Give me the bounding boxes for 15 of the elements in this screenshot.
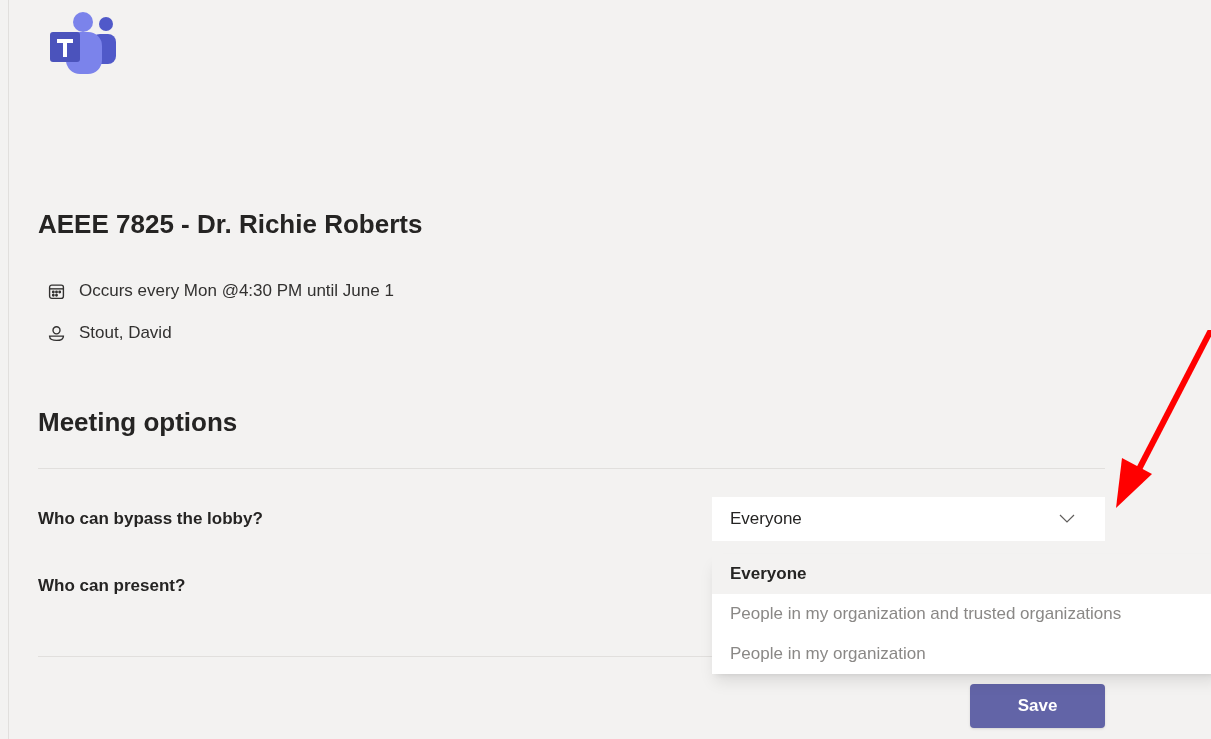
chevron-down-icon xyxy=(1059,514,1075,524)
dropdown-option[interactable]: People in my organization xyxy=(712,634,1211,674)
calendar-icon xyxy=(48,282,65,300)
person-icon xyxy=(48,324,65,342)
detail-text: Stout, David xyxy=(79,322,172,344)
dropdown-option[interactable]: Everyone xyxy=(712,554,1211,594)
dropdown-field[interactable]: Everyone xyxy=(712,497,1105,541)
section-title: Meeting options xyxy=(38,406,239,438)
save-button[interactable]: Save xyxy=(970,684,1105,728)
option-label: Who can bypass the lobby? xyxy=(38,508,263,531)
dropdown-option[interactable]: People in my organization and trusted organizations xyxy=(712,594,1211,634)
teams-logo-icon xyxy=(48,10,118,76)
detail-text: Occurs every Mon @4:30 PM until June 1 xyxy=(79,280,394,302)
option-label: Who can present? xyxy=(38,575,186,598)
meeting-title: AEEE 7825 - Dr. Richie Roberts xyxy=(38,208,424,240)
